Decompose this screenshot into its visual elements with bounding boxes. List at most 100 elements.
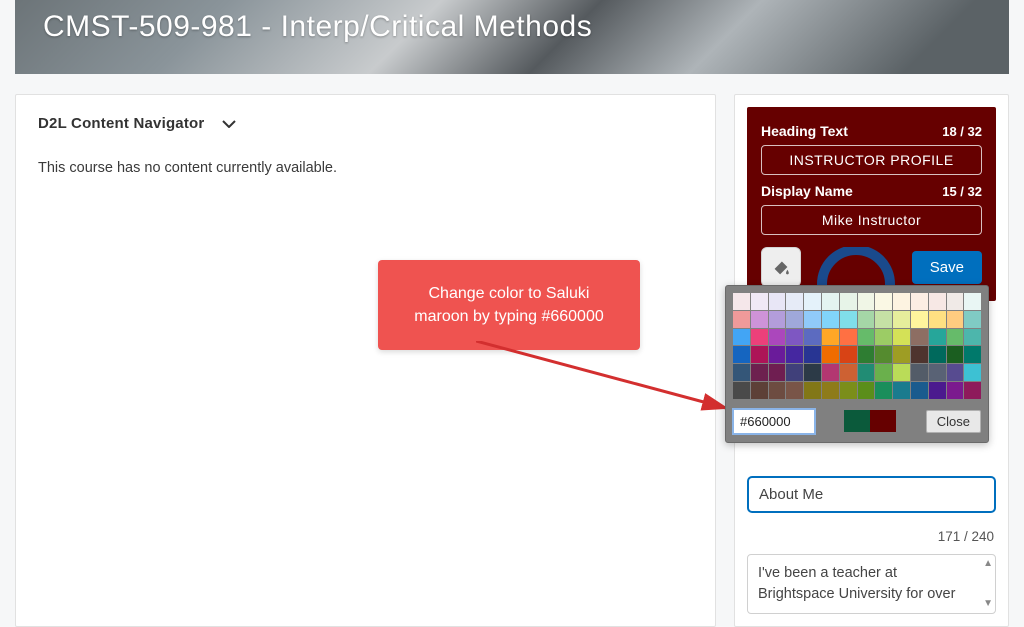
color-swatch[interactable]	[769, 382, 786, 399]
color-swatch[interactable]	[964, 364, 981, 381]
color-swatch[interactable]	[822, 293, 839, 310]
scroll-up-icon[interactable]: ▲	[983, 557, 993, 572]
color-swatch[interactable]	[911, 329, 928, 346]
color-swatch[interactable]	[893, 382, 910, 399]
color-swatch[interactable]	[947, 382, 964, 399]
color-swatch[interactable]	[804, 364, 821, 381]
color-swatch[interactable]	[769, 346, 786, 363]
color-swatch[interactable]	[769, 293, 786, 310]
color-swatch[interactable]	[911, 293, 928, 310]
color-swatch[interactable]	[858, 293, 875, 310]
color-swatch[interactable]	[858, 382, 875, 399]
color-swatch[interactable]	[822, 346, 839, 363]
color-picker-popover: Close	[725, 285, 989, 443]
color-swatch[interactable]	[929, 293, 946, 310]
color-swatch[interactable]	[893, 293, 910, 310]
color-swatch[interactable]	[786, 329, 803, 346]
color-swatch[interactable]	[840, 382, 857, 399]
color-swatch[interactable]	[947, 364, 964, 381]
color-swatch[interactable]	[733, 329, 750, 346]
color-swatch[interactable]	[822, 311, 839, 328]
color-swatch[interactable]	[858, 364, 875, 381]
color-swatch[interactable]	[947, 346, 964, 363]
color-swatch[interactable]	[786, 346, 803, 363]
color-swatch[interactable]	[786, 311, 803, 328]
color-swatch[interactable]	[786, 293, 803, 310]
color-swatch[interactable]	[786, 364, 803, 381]
color-swatch[interactable]	[804, 311, 821, 328]
color-swatch[interactable]	[751, 346, 768, 363]
color-swatch[interactable]	[858, 346, 875, 363]
bio-textarea[interactable]: I've been a teacher at Brightspace Unive…	[747, 554, 996, 614]
color-swatch[interactable]	[769, 364, 786, 381]
color-swatch[interactable]	[964, 293, 981, 310]
color-swatch[interactable]	[804, 346, 821, 363]
color-swatch[interactable]	[751, 364, 768, 381]
color-swatch[interactable]	[751, 311, 768, 328]
navigator-title: D2L Content Navigator	[38, 115, 204, 132]
color-swatch[interactable]	[947, 329, 964, 346]
color-swatch[interactable]	[840, 293, 857, 310]
color-swatch[interactable]	[947, 311, 964, 328]
empty-message: This course has no content currently ava…	[38, 160, 693, 176]
color-swatch[interactable]	[893, 346, 910, 363]
color-swatch[interactable]	[929, 329, 946, 346]
color-swatch[interactable]	[822, 364, 839, 381]
color-swatch[interactable]	[911, 311, 928, 328]
color-swatch[interactable]	[840, 364, 857, 381]
color-swatch[interactable]	[733, 364, 750, 381]
color-swatch[interactable]	[893, 364, 910, 381]
scroll-down-icon[interactable]: ▼	[983, 597, 993, 612]
color-swatch[interactable]	[893, 329, 910, 346]
color-swatch[interactable]	[858, 329, 875, 346]
color-swatch[interactable]	[911, 346, 928, 363]
color-swatch[interactable]	[911, 364, 928, 381]
about-heading-input[interactable]: About Me	[747, 476, 996, 513]
color-swatch[interactable]	[733, 293, 750, 310]
color-swatch[interactable]	[733, 311, 750, 328]
color-swatch[interactable]	[964, 329, 981, 346]
color-swatch[interactable]	[911, 382, 928, 399]
save-button[interactable]: Save	[912, 251, 982, 284]
color-swatch[interactable]	[875, 364, 892, 381]
color-swatch[interactable]	[804, 293, 821, 310]
color-swatch[interactable]	[804, 382, 821, 399]
color-swatch[interactable]	[822, 329, 839, 346]
color-swatch[interactable]	[893, 311, 910, 328]
color-swatch[interactable]	[786, 382, 803, 399]
color-swatch[interactable]	[875, 293, 892, 310]
color-swatch[interactable]	[964, 346, 981, 363]
course-banner: CMST-509-981 - Interp/Critical Methods	[15, 0, 1009, 74]
color-swatch[interactable]	[733, 382, 750, 399]
color-swatch[interactable]	[751, 329, 768, 346]
hex-color-input[interactable]	[733, 409, 815, 434]
color-swatch[interactable]	[751, 293, 768, 310]
color-swatch[interactable]	[769, 329, 786, 346]
color-swatch[interactable]	[858, 311, 875, 328]
color-swatch[interactable]	[769, 311, 786, 328]
color-swatch[interactable]	[875, 329, 892, 346]
color-swatch[interactable]	[875, 311, 892, 328]
color-swatch[interactable]	[929, 311, 946, 328]
color-swatch[interactable]	[751, 382, 768, 399]
content-navigator-toggle[interactable]: D2L Content Navigator	[38, 115, 693, 132]
display-name-input[interactable]: Mike Instructor	[761, 205, 982, 235]
color-swatch[interactable]	[733, 346, 750, 363]
color-dropper-button[interactable]	[761, 247, 801, 287]
color-swatch[interactable]	[840, 329, 857, 346]
color-swatch[interactable]	[947, 293, 964, 310]
color-swatch[interactable]	[875, 382, 892, 399]
color-swatch[interactable]	[964, 382, 981, 399]
color-swatch[interactable]	[929, 364, 946, 381]
color-swatch[interactable]	[840, 346, 857, 363]
color-swatch[interactable]	[875, 346, 892, 363]
color-swatch[interactable]	[822, 382, 839, 399]
heading-text-input[interactable]: INSTRUCTOR PROFILE	[761, 145, 982, 175]
color-swatch[interactable]	[964, 311, 981, 328]
close-button[interactable]: Close	[926, 410, 981, 433]
callout-line2: maroon by typing #660000	[398, 305, 620, 328]
color-swatch[interactable]	[929, 346, 946, 363]
color-swatch[interactable]	[840, 311, 857, 328]
color-swatch[interactable]	[804, 329, 821, 346]
color-swatch[interactable]	[929, 382, 946, 399]
